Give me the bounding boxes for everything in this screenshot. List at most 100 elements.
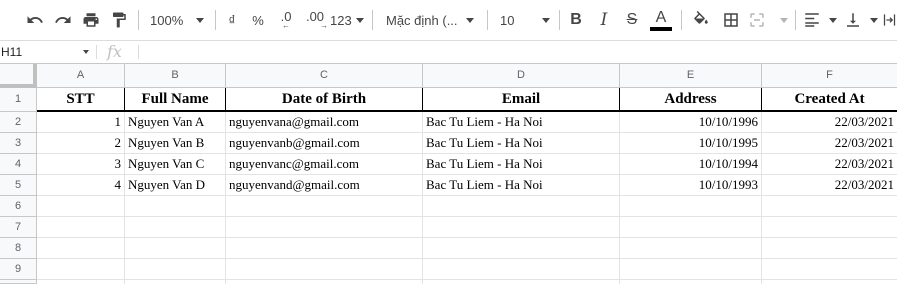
empty-cell[interactable]: [762, 196, 897, 217]
table-cell[interactable]: Bac Tu Liem - Ha Noi: [423, 112, 620, 133]
number-format-select[interactable]: 123: [330, 6, 364, 34]
paint-format-button[interactable]: [108, 6, 130, 34]
row-header-9[interactable]: 9: [0, 259, 37, 280]
table-cell[interactable]: 22/03/2021: [762, 154, 897, 175]
decrease-decimal-button[interactable]: .0 ←: [274, 6, 298, 34]
empty-cell[interactable]: [423, 196, 620, 217]
format-percent-button[interactable]: %: [248, 6, 268, 34]
header-cell-address[interactable]: Address: [620, 88, 762, 112]
empty-cell[interactable]: [620, 196, 762, 217]
table-cell[interactable]: 3: [37, 154, 125, 175]
header-cell-full-name[interactable]: Full Name: [125, 88, 226, 112]
table-cell[interactable]: Nguyen Van A: [125, 112, 226, 133]
row-header-10[interactable]: [0, 280, 37, 284]
row-header-3[interactable]: 3: [0, 133, 37, 154]
strikethrough-button[interactable]: S: [622, 6, 642, 34]
empty-cell[interactable]: [37, 280, 125, 284]
zoom-select[interactable]: 100%: [146, 6, 208, 34]
fill-color-button[interactable]: [690, 6, 712, 34]
redo-button[interactable]: [52, 6, 74, 34]
column-header-e[interactable]: E: [620, 64, 762, 88]
table-cell[interactable]: 1: [37, 112, 125, 133]
table-cell[interactable]: 10/10/1995: [620, 133, 762, 154]
table-cell[interactable]: 10/10/1996: [620, 112, 762, 133]
table-cell[interactable]: nguyenvana@gmail.com: [226, 112, 423, 133]
formula-input[interactable]: [146, 41, 897, 63]
table-cell[interactable]: 4: [37, 175, 125, 196]
table-cell[interactable]: Nguyen Van B: [125, 133, 226, 154]
empty-cell[interactable]: [620, 217, 762, 238]
table-cell[interactable]: nguyenvand@gmail.com: [226, 175, 423, 196]
column-header-c[interactable]: C: [226, 64, 423, 88]
empty-cell[interactable]: [620, 238, 762, 259]
empty-cell[interactable]: [762, 238, 897, 259]
table-cell[interactable]: Bac Tu Liem - Ha Noi: [423, 175, 620, 196]
empty-cell[interactable]: [125, 280, 226, 284]
empty-cell[interactable]: [423, 217, 620, 238]
empty-cell[interactable]: [125, 238, 226, 259]
empty-cell[interactable]: [226, 196, 423, 217]
empty-cell[interactable]: [762, 259, 897, 280]
increase-decimal-button[interactable]: .00 →: [302, 6, 328, 34]
table-cell[interactable]: nguyenvanb@gmail.com: [226, 133, 423, 154]
font-family-select[interactable]: Mặc định (...: [382, 6, 478, 34]
empty-cell[interactable]: [226, 238, 423, 259]
select-all-corner[interactable]: [0, 64, 37, 88]
empty-cell[interactable]: [37, 217, 125, 238]
empty-cell[interactable]: [125, 259, 226, 280]
text-color-button[interactable]: A: [649, 6, 673, 34]
format-currency-button[interactable]: ₫: [222, 6, 242, 34]
font-size-select[interactable]: 10: [496, 6, 552, 34]
column-header-a[interactable]: A: [37, 64, 125, 88]
column-header-f[interactable]: F: [762, 64, 897, 88]
table-cell[interactable]: 22/03/2021: [762, 112, 897, 133]
empty-cell[interactable]: [423, 238, 620, 259]
empty-cell[interactable]: [226, 280, 423, 284]
empty-cell[interactable]: [226, 259, 423, 280]
bold-button[interactable]: B: [566, 6, 586, 34]
merge-cells-button[interactable]: [748, 6, 788, 34]
row-header-7[interactable]: 7: [0, 217, 37, 238]
print-button[interactable]: [80, 6, 102, 34]
empty-cell[interactable]: [423, 259, 620, 280]
table-cell[interactable]: 10/10/1993: [620, 175, 762, 196]
row-header-5[interactable]: 5: [0, 175, 37, 196]
table-cell[interactable]: Nguyen Van C: [125, 154, 226, 175]
vertical-align-button[interactable]: [844, 6, 878, 34]
empty-cell[interactable]: [226, 217, 423, 238]
empty-cell[interactable]: [762, 280, 897, 284]
empty-cell[interactable]: [125, 196, 226, 217]
table-cell[interactable]: 22/03/2021: [762, 175, 897, 196]
empty-cell[interactable]: [423, 280, 620, 284]
table-cell[interactable]: Bac Tu Liem - Ha Noi: [423, 154, 620, 175]
table-cell[interactable]: Bac Tu Liem - Ha Noi: [423, 133, 620, 154]
undo-button[interactable]: [24, 6, 46, 34]
table-cell[interactable]: Nguyen Van D: [125, 175, 226, 196]
italic-button[interactable]: I: [594, 6, 614, 34]
row-header-8[interactable]: 8: [0, 238, 37, 259]
column-header-d[interactable]: D: [423, 64, 620, 88]
header-cell-email[interactable]: Email: [423, 88, 620, 112]
table-cell[interactable]: 22/03/2021: [762, 133, 897, 154]
column-header-b[interactable]: B: [125, 64, 226, 88]
header-cell-created-at[interactable]: Created At: [762, 88, 897, 112]
empty-cell[interactable]: [125, 217, 226, 238]
empty-cell[interactable]: [620, 259, 762, 280]
header-cell-date-of-birth[interactable]: Date of Birth: [226, 88, 423, 112]
name-box[interactable]: H11: [0, 41, 93, 63]
borders-button[interactable]: [720, 6, 742, 34]
row-header-1[interactable]: 1: [0, 88, 37, 112]
empty-cell[interactable]: [37, 259, 125, 280]
empty-cell[interactable]: [37, 196, 125, 217]
table-cell[interactable]: 2: [37, 133, 125, 154]
table-cell[interactable]: 10/10/1994: [620, 154, 762, 175]
horizontal-align-button[interactable]: [803, 6, 837, 34]
text-wrap-button[interactable]: [882, 6, 897, 34]
header-cell-stt[interactable]: STT: [37, 88, 125, 112]
row-header-2[interactable]: 2: [0, 112, 37, 133]
row-header-6[interactable]: 6: [0, 196, 37, 217]
row-header-4[interactable]: 4: [0, 154, 37, 175]
empty-cell[interactable]: [620, 280, 762, 284]
empty-cell[interactable]: [762, 217, 897, 238]
table-cell[interactable]: nguyenvanc@gmail.com: [226, 154, 423, 175]
